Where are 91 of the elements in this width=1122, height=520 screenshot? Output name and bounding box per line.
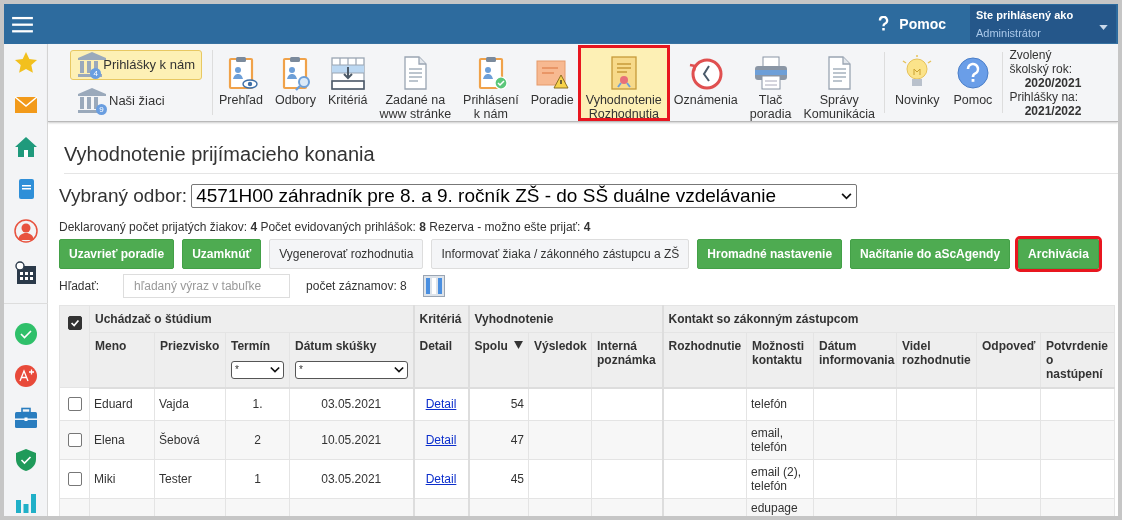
year-value: 2020/2021 bbox=[1023, 76, 1082, 90]
house-icon[interactable] bbox=[13, 135, 38, 159]
caret-icon bbox=[1099, 25, 1108, 30]
help-icon[interactable] bbox=[878, 16, 890, 32]
help-icon bbox=[954, 55, 991, 91]
detail-link[interactable]: Detail bbox=[425, 472, 457, 486]
help-link[interactable]: Pomoc bbox=[899, 13, 946, 35]
column-header: Rozhodnutie bbox=[668, 338, 742, 353]
column-group-header: Uchádzač o štúdium bbox=[89, 305, 414, 332]
user-menu[interactable]: Ste prihlásený ako Administrátor bbox=[970, 5, 1116, 43]
action-button[interactable]: Informovať žiaka / zákonného zástupcu a ZŠ bbox=[431, 238, 690, 269]
summary-text: Deklarovaný počet prijatých žiakov: 4 Počet evidovaných prihlášok: 8 Rezerva - možno ešte prijať: 4 bbox=[59, 219, 592, 234]
toolbar-item[interactable]: Poradie bbox=[525, 48, 579, 118]
column-header: Výsledok bbox=[534, 338, 587, 353]
check-circle-icon[interactable] bbox=[13, 322, 38, 346]
column-header: Odpoveď bbox=[982, 338, 1036, 353]
toolbar-item[interactable]: Novinky bbox=[889, 48, 946, 118]
briefcase-icon[interactable] bbox=[13, 406, 38, 430]
chevron-down-icon bbox=[393, 365, 404, 374]
toolbar-item[interactable]: Prehľad bbox=[214, 48, 268, 118]
column-header: Dátum informovania bbox=[819, 338, 895, 367]
toolbar-item[interactable]: Zadané na www stránke bbox=[374, 48, 457, 118]
table-cell: 1 bbox=[225, 459, 290, 499]
table-cell: 2 bbox=[225, 420, 290, 460]
action-button[interactable]: Vygenerovať rozhodnutia bbox=[269, 238, 424, 269]
table-cell: Tester bbox=[154, 459, 226, 499]
column-header[interactable]: Spolu bbox=[474, 338, 508, 353]
search-field[interactable]: hľadaný výraz v tabuľke bbox=[123, 273, 291, 298]
user-caption: Ste prihlásený ako bbox=[976, 8, 1075, 23]
column-header: Meno bbox=[95, 338, 127, 353]
page-title: Vyhodnotenie prijímacieho konania bbox=[64, 142, 1118, 174]
table-cell: telefón bbox=[746, 387, 814, 421]
column-header: Možnosti kontaktu bbox=[752, 338, 804, 367]
sort-icon[interactable] bbox=[514, 340, 523, 349]
toolbar-item[interactable]: Kritériá bbox=[322, 48, 373, 118]
table-cell: Vajda bbox=[154, 387, 226, 421]
chevron-down-icon bbox=[841, 192, 853, 200]
grade-icon[interactable] bbox=[13, 364, 38, 388]
row-checkbox[interactable] bbox=[67, 433, 82, 448]
user-name: Administrátor bbox=[976, 26, 1041, 41]
column-header: Priezvisko bbox=[160, 338, 220, 353]
table-cell: Miki bbox=[89, 459, 155, 499]
printer-icon bbox=[752, 55, 789, 91]
column-header: Dátum skúšky bbox=[295, 338, 377, 353]
column-header: Interná poznámka bbox=[597, 338, 656, 367]
record-count: počet záznamov: 8 bbox=[306, 277, 407, 295]
count-badge: 4 bbox=[90, 67, 102, 79]
column-header: Potvrdenie o nastúpení bbox=[1046, 338, 1108, 381]
menu-icon[interactable] bbox=[12, 15, 33, 33]
person-icon[interactable] bbox=[13, 219, 38, 243]
module-button[interactable]: 9 Naši žiaci bbox=[70, 85, 202, 116]
count-badge: 9 bbox=[96, 103, 107, 115]
toolbar-item[interactable]: Odbory bbox=[269, 48, 321, 118]
column-group-header: Kontakt so zákonným zástupcom bbox=[662, 305, 1115, 332]
column-group-header: Kritériá bbox=[413, 305, 469, 332]
chevron-down-icon bbox=[270, 365, 280, 374]
columns-icon[interactable] bbox=[422, 274, 445, 297]
table-cell: email (2), telefón bbox=[746, 459, 814, 499]
toolbar-item[interactable]: Prihlásení k nám bbox=[458, 48, 524, 118]
row-checkbox[interactable] bbox=[67, 397, 82, 412]
detail-link[interactable]: Detail bbox=[425, 433, 457, 447]
filter-select[interactable]: * bbox=[231, 360, 284, 379]
table-cell: Eduard bbox=[89, 387, 155, 421]
shield-check-icon[interactable] bbox=[13, 448, 38, 472]
table-cell: 1. bbox=[225, 387, 290, 421]
year-value: 2021/2022 bbox=[1023, 104, 1082, 118]
field-label: Vybraný odbor: bbox=[59, 184, 188, 208]
year-label: Prihlášky na: bbox=[1009, 90, 1080, 104]
column-group-header: Vyhodnotenie bbox=[468, 305, 663, 332]
column-header: Detail bbox=[419, 338, 453, 353]
select-all-checkbox[interactable] bbox=[67, 316, 82, 331]
bank-icon bbox=[77, 86, 107, 115]
table-cell: 10.05.2021 bbox=[289, 420, 414, 460]
column-header: Termín bbox=[231, 338, 271, 353]
calendar-icon[interactable] bbox=[13, 261, 38, 285]
module-button[interactable]: 4 Prihlášky k nám bbox=[70, 49, 202, 80]
star-icon[interactable] bbox=[13, 51, 38, 75]
toolbar-item[interactable]: Pomoc bbox=[947, 48, 999, 118]
toolbar-item[interactable]: Oznámenia bbox=[668, 48, 743, 118]
table-cell: 47 bbox=[468, 420, 529, 460]
table-cell: Elena bbox=[89, 420, 155, 460]
branch-select[interactable]: 4571H00 záhradník pre 8. a 9. ročník ZŠ - do SŠ duálne vzdelávanie bbox=[191, 184, 858, 209]
row-checkbox[interactable] bbox=[67, 472, 82, 487]
year-label: Zvolený školský rok: bbox=[1009, 48, 1074, 76]
table-cell: Šebová bbox=[154, 420, 226, 460]
toolbar-item[interactable]: Vyhodnotenie Rozhodnutia bbox=[580, 48, 667, 118]
table-cell: email, telefón bbox=[746, 420, 814, 460]
search-label: Hľadať: bbox=[59, 277, 100, 295]
column-header: Videl rozhodnutie bbox=[902, 338, 971, 367]
filter-select[interactable]: * bbox=[295, 360, 408, 379]
toolbar-item[interactable]: Správy Komunikácia bbox=[798, 48, 880, 118]
